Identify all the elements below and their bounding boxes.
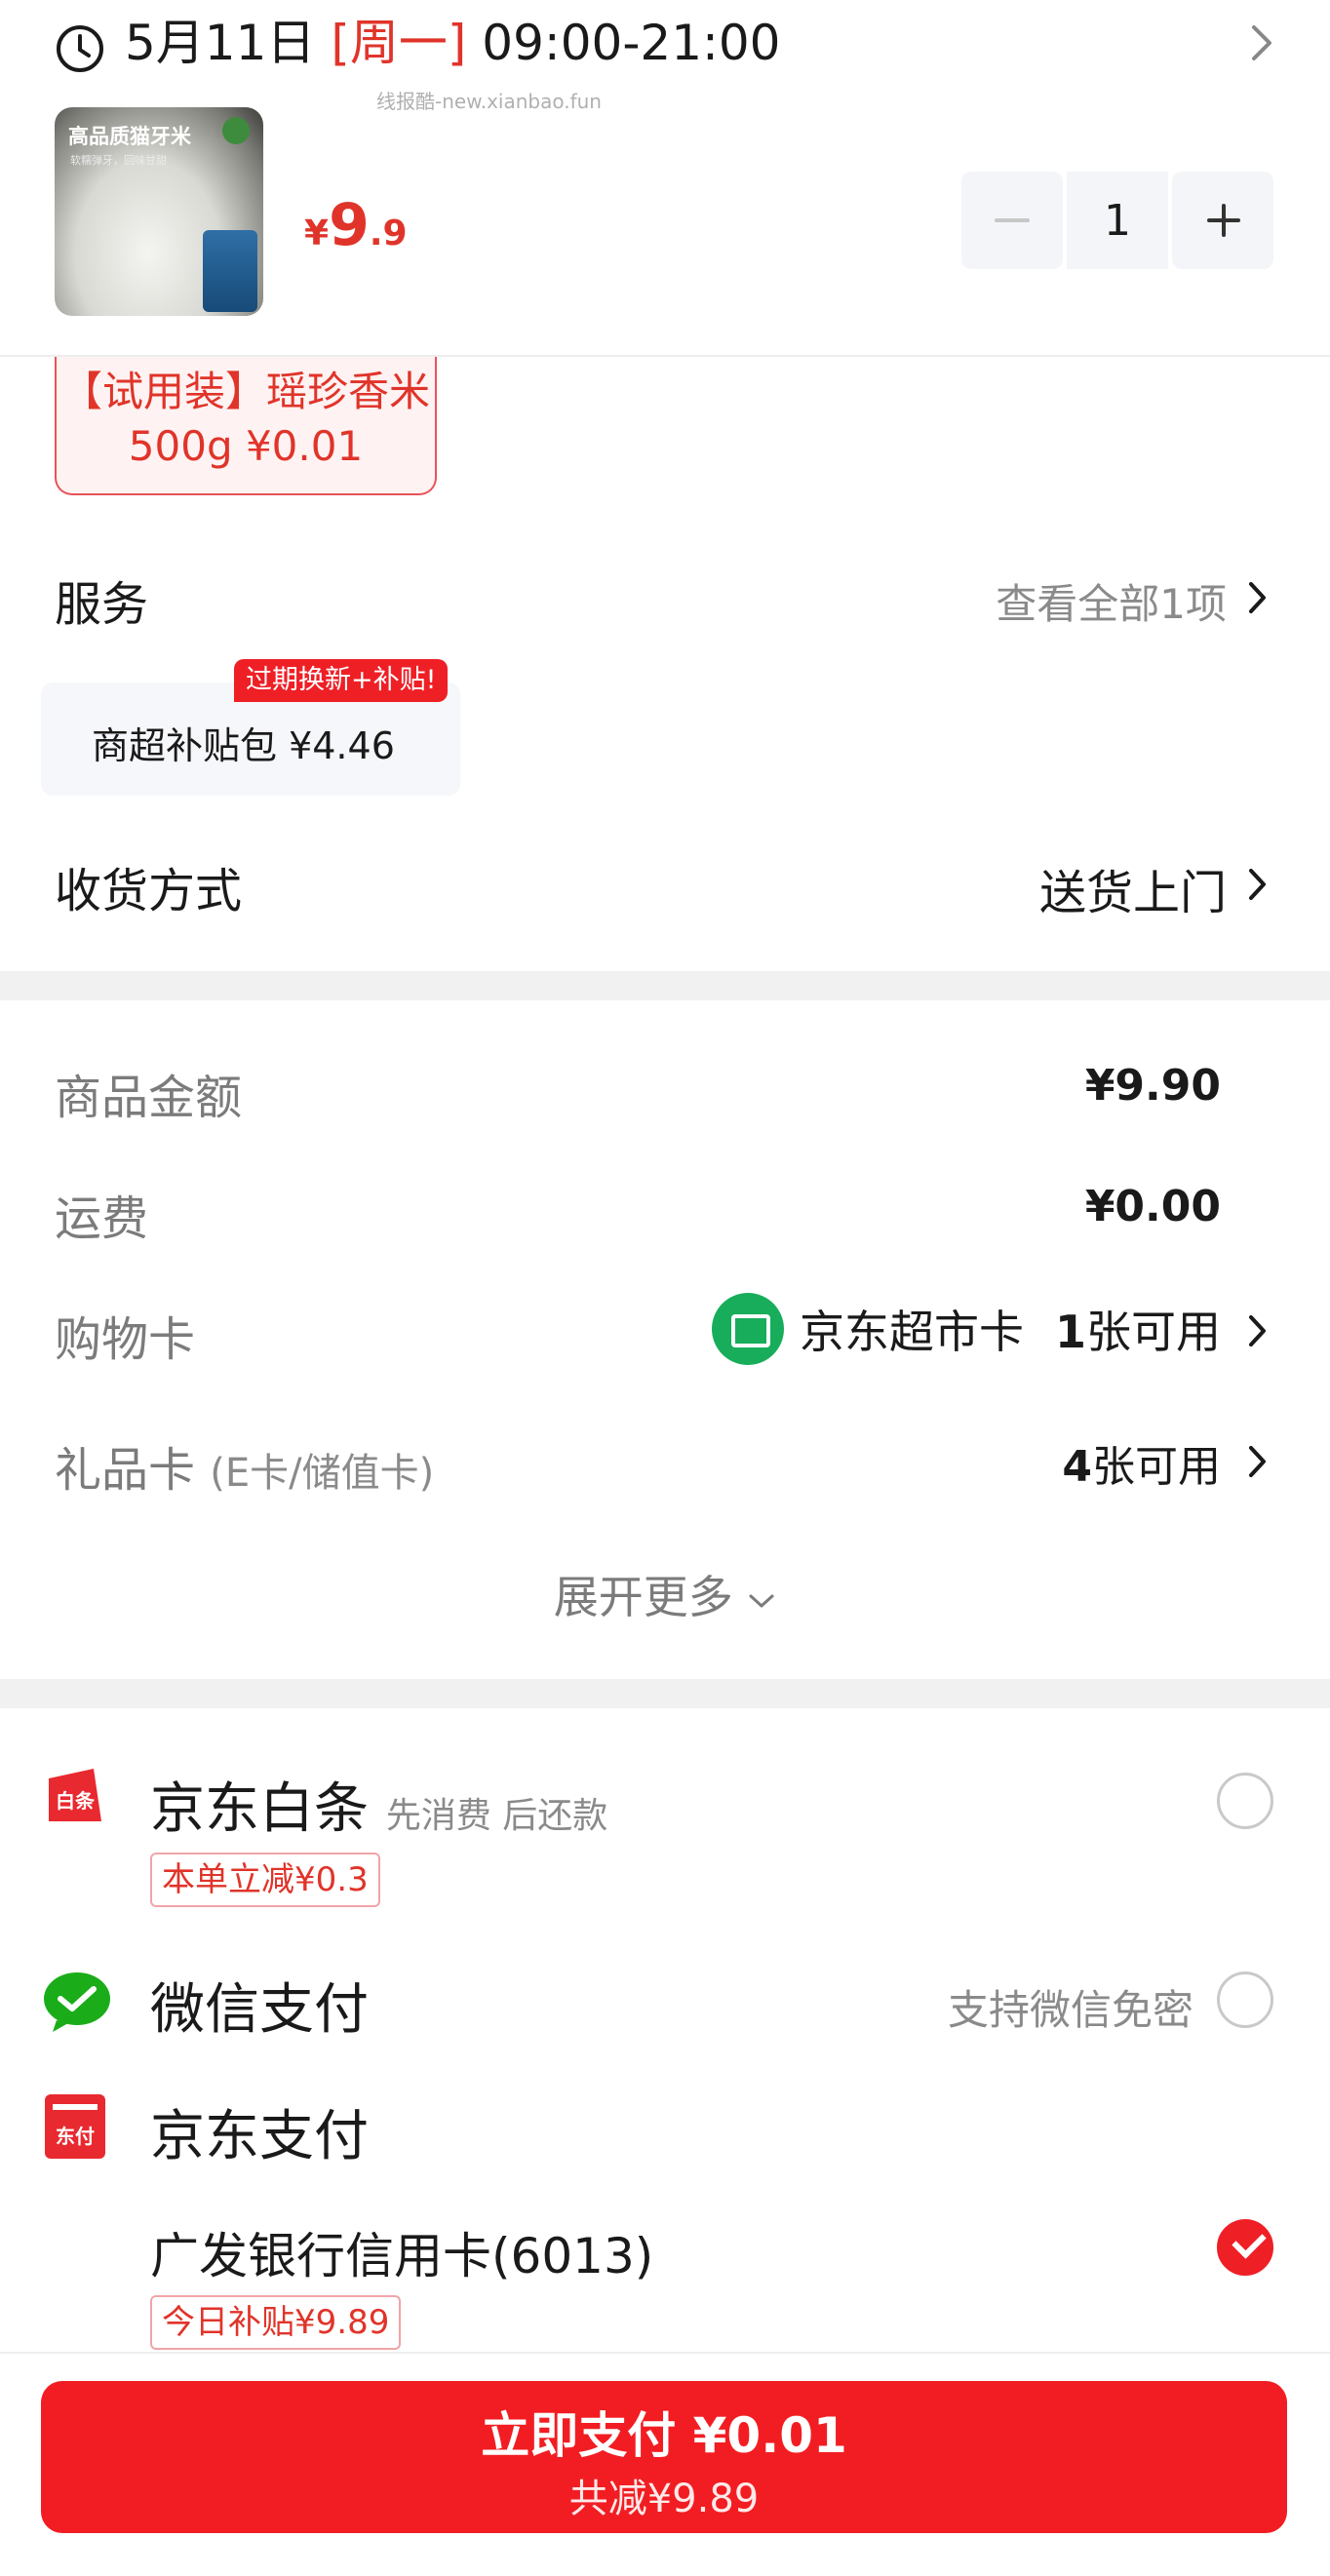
- wechat-pay-icon: [44, 1972, 110, 2032]
- product-image[interactable]: 高品质猫牙米 软糯弹牙，回味甘甜: [55, 107, 263, 316]
- trial-tag: 【试用装】瑶珍香米500g ¥0.01: [55, 357, 437, 495]
- baitiao-name: 京东白条: [150, 1777, 369, 1841]
- service-card-label: 商超补贴包 ¥4.46: [92, 724, 395, 767]
- jd-pay-icon: 东付: [45, 2094, 105, 2159]
- price-currency: ¥: [304, 214, 330, 254]
- minus-icon[interactable]: [961, 172, 1063, 269]
- gift-card-label: 礼品卡 (E卡/储值卡): [55, 1431, 434, 1500]
- baitiao-row[interactable]: 京东白条 先消费 后还款: [150, 1765, 607, 1844]
- chevron-right-icon[interactable]: [1246, 1312, 1270, 1349]
- product-section: 5月11日 [周一] 09:00-21:00 线报酷-new.xianbao.f…: [0, 0, 1330, 357]
- chevron-right-icon[interactable]: [1246, 1443, 1270, 1480]
- service-title: 服务: [55, 577, 149, 632]
- baitiao-icon-label: 白条: [56, 1789, 96, 1813]
- wechat-pay-note: 支持微信免密: [947, 1986, 1193, 2034]
- delivery-weekday: [周一]: [331, 15, 467, 71]
- supermarket-card-icon: [712, 1293, 784, 1365]
- delivery-method-value[interactable]: 送货上门: [1039, 854, 1227, 922]
- chevron-right-icon[interactable]: [1246, 579, 1270, 616]
- baitiao-radio[interactable]: [1217, 1773, 1273, 1829]
- pay-now-button[interactable]: 立即支付 ¥0.01 共减¥9.89: [41, 2381, 1287, 2533]
- plus-icon[interactable]: [1172, 172, 1273, 269]
- bank-card-promo-tag: 今日补贴¥9.89: [150, 2295, 402, 2350]
- service-view-all[interactable]: 查看全部1项: [996, 571, 1227, 631]
- baitiao-icon: 白条: [49, 1769, 101, 1821]
- quantity-value[interactable]: 1: [1067, 172, 1168, 269]
- goods-amount-value: ¥9.90: [1084, 1061, 1221, 1111]
- shopping-card-count[interactable]: 1张可用: [1055, 1297, 1221, 1361]
- goods-amount-label: 商品金额: [55, 1071, 243, 1125]
- wechat-pay-name[interactable]: 微信支付: [150, 1966, 369, 2045]
- delivery-method-title: 收货方式: [55, 864, 243, 918]
- chevron-down-icon: [749, 1594, 774, 1607]
- section-divider: [0, 1679, 1330, 1708]
- chevron-right-icon[interactable]: [1248, 21, 1275, 64]
- gift-card-count[interactable]: 4张可用: [1062, 1431, 1221, 1494]
- baitiao-subtitle: 先消费 后还款: [385, 1796, 608, 1836]
- delivery-date: 5月11日: [125, 15, 316, 71]
- product-price: ¥9.9: [304, 191, 408, 259]
- product-image-title: 高品质猫牙米: [68, 125, 191, 148]
- shipping-label: 运费: [55, 1191, 149, 1246]
- total-discount-label: 共减¥9.89: [568, 2477, 760, 2521]
- clock-icon: [57, 25, 103, 72]
- shopping-card-label: 购物卡: [55, 1312, 196, 1367]
- pay-now-label: 立即支付 ¥0.01: [481, 2407, 847, 2464]
- baitiao-promo-tag: 本单立减¥0.3: [150, 1853, 380, 1907]
- gift-card-title: 礼品卡: [55, 1443, 196, 1498]
- quantity-stepper: 1: [961, 172, 1273, 269]
- shopping-card-count-text: 张可用: [1086, 1306, 1221, 1358]
- jd-pay-name[interactable]: 京东支付: [150, 2092, 369, 2171]
- gift-card-subtitle: (E卡/储值卡): [210, 1451, 435, 1496]
- green-badge-icon: [222, 117, 250, 144]
- gift-card-count-number: 4: [1062, 1442, 1092, 1492]
- shopping-card-count-number: 1: [1054, 1306, 1086, 1358]
- checkout-bar: 立即支付 ¥0.01 共减¥9.89: [0, 2352, 1330, 2576]
- service-badge: 过期换新+补贴!: [234, 659, 449, 702]
- section-divider: [0, 971, 1330, 1000]
- rice-bag-icon: [203, 230, 257, 312]
- gift-card-count-text: 张可用: [1092, 1442, 1221, 1492]
- product-image-subtitle: 软糯弹牙，回味甘甜: [70, 154, 167, 167]
- expand-more-label: 展开更多: [553, 1571, 733, 1623]
- wechat-pay-radio[interactable]: [1217, 1971, 1273, 2028]
- price-decimal: .9: [369, 214, 408, 254]
- delivery-time-range: 09:00-21:00: [482, 15, 781, 71]
- watermark: 线报酷-new.xianbao.fun: [376, 90, 602, 113]
- bank-card-name[interactable]: 广发银行信用卡(6013): [150, 2217, 653, 2287]
- chevron-right-icon[interactable]: [1246, 866, 1270, 903]
- expand-more[interactable]: 展开更多: [0, 1562, 1330, 1626]
- shipping-value: ¥0.00: [1084, 1182, 1221, 1231]
- jd-pay-icon-label: 东付: [56, 2125, 95, 2148]
- price-integer: 9: [329, 191, 370, 259]
- shopping-card-name[interactable]: 京东超市卡: [800, 1297, 1024, 1361]
- delivery-time[interactable]: 5月11日 [周一] 09:00-21:00: [125, 12, 781, 74]
- bank-card-radio-checked[interactable]: [1217, 2219, 1273, 2276]
